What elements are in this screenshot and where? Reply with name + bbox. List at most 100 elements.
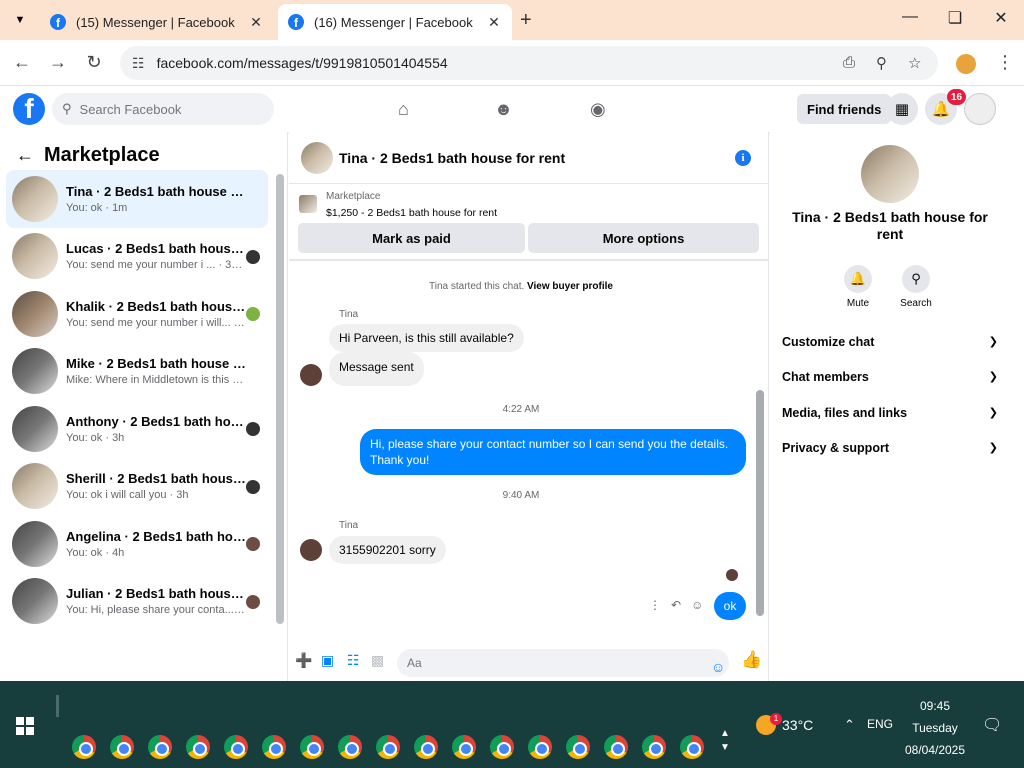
find-friends-button[interactable]: Find friends <box>797 94 892 124</box>
incoming-message[interactable]: Hi Parveen, is this still available? <box>329 324 524 352</box>
chrome-icon[interactable] <box>376 735 400 759</box>
media-files-links-section[interactable]: Media, files and links ❯ <box>782 406 998 420</box>
chrome-icon[interactable] <box>72 735 96 759</box>
windows-start-icon[interactable] <box>16 717 34 735</box>
plus-circle-icon[interactable]: ➕ <box>295 652 312 669</box>
account-avatar[interactable] <box>964 93 996 125</box>
zoom-icon[interactable]: ⚲ <box>876 54 887 72</box>
chat-item[interactable]: Lucas · 2 Beds1 bath house fo... You: se… <box>6 228 268 286</box>
tray-chevron-up-icon[interactable]: ⌃ <box>844 717 855 733</box>
chrome-icon[interactable] <box>186 735 210 759</box>
photo-icon[interactable]: ▣ <box>321 652 334 669</box>
seen-avatar <box>246 537 260 551</box>
gif-icon[interactable]: ▩ <box>371 652 384 669</box>
chat-item[interactable]: Tina · 2 Beds1 bath house for rent You: … <box>6 170 268 228</box>
tab-close-icon[interactable]: ✕ <box>486 14 502 31</box>
reload-icon[interactable]: ↻ <box>82 52 106 73</box>
emoji-icon[interactable]: ☺ <box>711 659 725 675</box>
incoming-message[interactable]: 3155902201 sorry <box>329 536 446 564</box>
chat-item[interactable]: Julian · 2 Beds1 bath house fo... You: H… <box>6 573 268 631</box>
chrome-icon[interactable] <box>148 735 172 759</box>
chat-item[interactable]: Anthony · 2 Beds1 bath hous... You: ok ·… <box>6 400 268 458</box>
sender-avatar[interactable] <box>300 364 322 386</box>
url-omnibox[interactable]: ☷ facebook.com/messages/t/99198105014045… <box>120 46 938 80</box>
chrome-icon[interactable] <box>338 735 362 759</box>
sticker-icon[interactable]: ☷ <box>347 652 360 669</box>
restore-icon[interactable]: ❏ <box>943 8 967 28</box>
seen-avatar <box>246 307 260 321</box>
home-icon[interactable]: ⌂ <box>398 99 409 120</box>
close-window-icon[interactable]: ✕ <box>989 8 1013 28</box>
chrome-icon[interactable] <box>414 735 438 759</box>
search-action[interactable]: ⚲ Search <box>891 265 941 309</box>
friends-icon[interactable]: ☻ <box>494 99 513 120</box>
minimize-icon[interactable]: — <box>898 8 922 26</box>
chrome-icon[interactable] <box>528 735 552 759</box>
reply-icon[interactable]: ↶ <box>671 598 681 612</box>
menu-grid-icon[interactable]: ▦ <box>886 93 918 125</box>
back-arrow-icon[interactable]: ← <box>10 52 34 73</box>
listing-price-title[interactable]: $1,250 - 2 Beds1 bath house for rent <box>326 207 497 219</box>
listing-avatar[interactable] <box>861 145 919 203</box>
view-buyer-profile-link[interactable]: View buyer profile <box>527 281 613 292</box>
tab-close-icon[interactable]: ✕ <box>248 14 264 31</box>
chat-members-section[interactable]: Chat members ❯ <box>782 370 998 384</box>
install-app-icon[interactable]: ⎙ <box>843 54 855 71</box>
input-language[interactable]: ENG <box>867 717 893 731</box>
notification-center-icon[interactable]: 🗨 <box>982 715 1002 735</box>
customize-chat-section[interactable]: Customize chat ❯ <box>782 335 998 349</box>
chat-list-scrollbar[interactable] <box>276 174 284 624</box>
sender-avatar[interactable] <box>300 539 322 561</box>
browser-profile-avatar[interactable] <box>956 54 976 74</box>
chat-item[interactable]: Khalik · 2 Beds1 bath house f... You: se… <box>6 285 268 343</box>
system-clock[interactable]: 09:45 Tuesday 08/04/2025 <box>900 695 970 761</box>
browser-tab-1[interactable]: f (15) Messenger | Facebook ✕ <box>40 4 274 40</box>
more-icon[interactable]: ⋮ <box>649 598 661 612</box>
react-icon[interactable]: ☺ <box>691 598 703 612</box>
weather-widget[interactable]: 33°C <box>756 715 813 735</box>
chrome-icon[interactable] <box>224 735 248 759</box>
browser-menu-icon[interactable]: ⋮ <box>996 52 1014 73</box>
chrome-icon[interactable] <box>642 735 666 759</box>
chat-item[interactable]: Mike · 2 Beds1 bath house for r... Mike:… <box>6 343 268 401</box>
message-input[interactable] <box>407 656 697 670</box>
message-thread: Tina started this chat. View buyer profi… <box>289 262 769 632</box>
chrome-icon[interactable] <box>452 735 476 759</box>
chat-snippet: Mike: Where in Middletown is this ... · … <box>66 374 246 387</box>
outgoing-message[interactable]: ok <box>714 592 746 620</box>
clock-time: 09:45 <box>919 699 951 713</box>
more-options-button[interactable]: More options <box>528 223 759 253</box>
privacy-support-section[interactable]: Privacy & support ❯ <box>782 441 998 455</box>
thread-scrollbar[interactable] <box>756 390 764 616</box>
chrome-icon[interactable] <box>604 735 628 759</box>
mark-as-paid-button[interactable]: Mark as paid <box>298 223 525 253</box>
chrome-icon[interactable] <box>300 735 324 759</box>
chrome-icon[interactable] <box>680 735 704 759</box>
message-input-wrap[interactable] <box>397 649 729 677</box>
facebook-logo-icon[interactable]: f <box>13 93 45 125</box>
thumbs-up-icon[interactable]: 👍 <box>741 650 762 670</box>
back-arrow-icon[interactable]: ← <box>16 145 34 166</box>
site-settings-icon[interactable]: ☷ <box>132 55 145 72</box>
forward-arrow-icon[interactable]: → <box>46 52 70 73</box>
info-icon[interactable]: i <box>735 150 751 166</box>
groups-icon[interactable]: ◉ <box>590 99 606 120</box>
mute-action[interactable]: 🔔 Mute <box>833 265 883 309</box>
chrome-icon[interactable] <box>566 735 590 759</box>
conversation-title[interactable]: Tina · 2 Beds1 bath house for rent <box>339 150 565 166</box>
chat-item[interactable]: Angelina · 2 Beds1 bath hous... You: ok … <box>6 515 268 573</box>
outgoing-message[interactable]: Hi, please share your contact number so … <box>360 429 746 475</box>
taskbar-scroll-arrows-icon[interactable]: ▲ ▼ <box>720 727 730 755</box>
new-tab-button[interactable]: + <box>520 9 532 32</box>
chrome-icon[interactable] <box>490 735 514 759</box>
browser-tab-2[interactable]: f (16) Messenger | Facebook ✕ <box>278 4 512 40</box>
tab-search-button[interactable]: ▼ <box>8 8 32 32</box>
bookmark-star-icon[interactable]: ☆ <box>908 54 921 72</box>
chrome-icon[interactable] <box>110 735 134 759</box>
chrome-icon[interactable] <box>262 735 286 759</box>
facebook-search[interactable]: ⚲ <box>52 93 274 125</box>
incoming-message[interactable]: Message sent <box>329 352 424 386</box>
chat-item[interactable]: Sherill · 2 Beds1 bath house f... You: o… <box>6 458 268 516</box>
listing-thumbnail[interactable] <box>301 141 333 174</box>
facebook-search-input[interactable] <box>79 101 250 117</box>
